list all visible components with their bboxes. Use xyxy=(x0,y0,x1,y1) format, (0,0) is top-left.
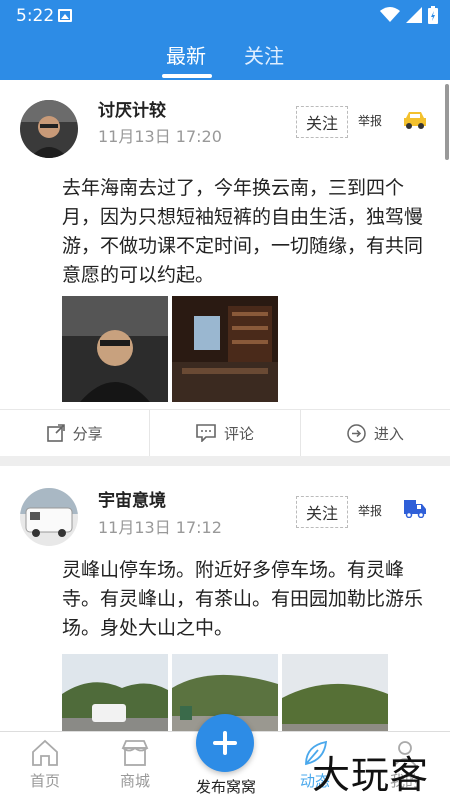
post-action-bar: 分享 评论 进入 xyxy=(0,409,450,456)
comment-icon xyxy=(196,424,216,442)
feed-list[interactable]: 讨厌计较 11月13日 17:20 关注 举报 去年海南去过了，今年换云南，三到… xyxy=(0,80,450,731)
store-icon xyxy=(121,740,149,766)
follow-button[interactable]: 关注 xyxy=(296,496,348,528)
card-divider xyxy=(0,456,450,466)
publish-button[interactable] xyxy=(196,714,254,772)
comment-label: 评论 xyxy=(223,424,254,443)
status-time: 5:22 xyxy=(16,6,55,26)
publish-label[interactable]: 发布窝窝 xyxy=(186,776,266,797)
battery-icon xyxy=(428,6,438,24)
username[interactable]: 讨厌计较 xyxy=(98,96,166,121)
top-tab-bar: 最新 关注 xyxy=(0,32,450,80)
image-notification-icon xyxy=(58,9,72,22)
home-icon xyxy=(32,739,58,766)
tab-following[interactable]: 关注 xyxy=(244,40,284,69)
status-bar: 5:22 xyxy=(0,0,450,32)
post-card[interactable]: 讨厌计较 11月13日 17:20 关注 举报 去年海南去过了，今年换云南，三到… xyxy=(0,80,450,456)
avatar[interactable] xyxy=(20,100,78,158)
post-time: 11月13日 17:12 xyxy=(98,518,222,537)
rv-icon xyxy=(404,500,426,518)
report-link[interactable]: 举报 xyxy=(358,502,382,519)
comment-button[interactable]: 评论 xyxy=(149,410,299,456)
post-photo[interactable] xyxy=(282,654,388,731)
nav-mall[interactable]: 商城 xyxy=(100,738,170,791)
status-icons xyxy=(380,6,438,24)
brand-watermark: 大玩客 xyxy=(312,753,430,797)
post-photo[interactable] xyxy=(62,654,168,731)
post-photos xyxy=(62,296,278,402)
avatar[interactable] xyxy=(20,488,78,546)
scrollbar[interactable] xyxy=(445,84,449,160)
nav-home[interactable]: 首页 xyxy=(10,738,80,791)
tab-latest[interactable]: 最新 xyxy=(166,40,206,69)
share-icon xyxy=(46,424,65,442)
active-tab-indicator xyxy=(162,74,212,78)
share-label: 分享 xyxy=(72,424,103,443)
username[interactable]: 宇宙意境 xyxy=(98,486,166,511)
enter-button[interactable]: 进入 xyxy=(299,410,450,456)
share-button[interactable]: 分享 xyxy=(0,410,149,456)
post-card[interactable]: 宇宙意境 11月13日 17:12 关注 举报 灵峰山停车场。附近好多停车场。有… xyxy=(0,466,450,731)
post-time: 11月13日 17:20 xyxy=(98,127,222,146)
nav-mall-label: 商城 xyxy=(119,772,150,790)
signal-icon xyxy=(406,7,422,23)
enter-label: 进入 xyxy=(373,424,404,443)
report-link[interactable]: 举报 xyxy=(358,112,382,129)
wifi-icon xyxy=(380,7,400,22)
car-icon xyxy=(404,112,426,129)
arrow-circle-icon xyxy=(347,423,366,443)
post-photo[interactable] xyxy=(62,296,168,402)
follow-button[interactable]: 关注 xyxy=(296,106,348,138)
nav-home-label: 首页 xyxy=(29,772,60,790)
post-text: 去年海南去过了，今年换云南，三到四个月，因为只想短袖短裤的自由生活，独驾慢游，不… xyxy=(62,177,424,286)
post-photo[interactable] xyxy=(172,296,278,402)
post-text: 灵峰山停车场。附近好多停车场。有灵峰寺。有灵峰山，有茶山。有田园加勒比游乐场。身… xyxy=(62,559,424,639)
